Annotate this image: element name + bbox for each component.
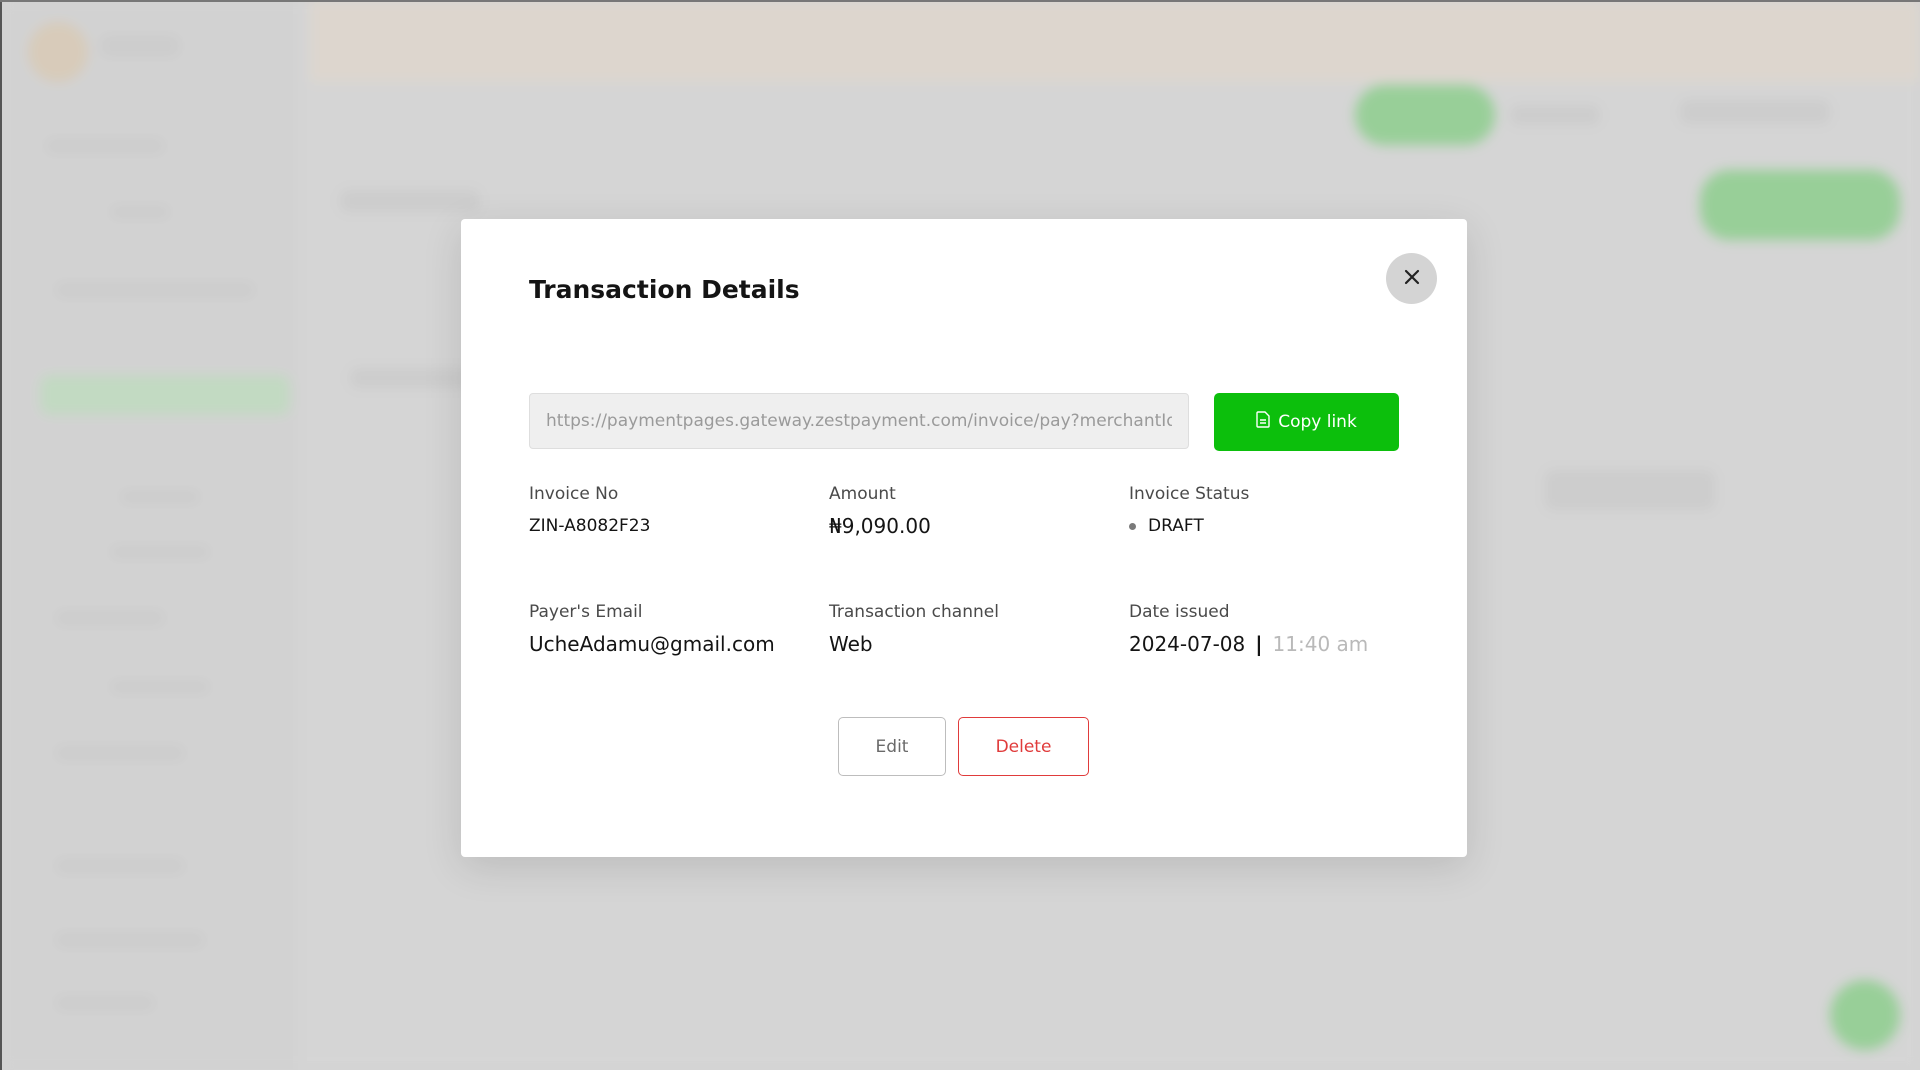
modal-title: Transaction Details bbox=[529, 275, 800, 304]
window-frame-edge bbox=[0, 0, 2, 1070]
date-separator: | bbox=[1255, 632, 1263, 656]
invoice-no-value: ZIN-A8082F23 bbox=[529, 516, 651, 536]
document-icon bbox=[1256, 411, 1270, 433]
amount-label: Amount bbox=[829, 484, 896, 504]
copy-link-button[interactable]: Copy link bbox=[1214, 393, 1399, 451]
payer-email-label: Payer's Email bbox=[529, 602, 643, 622]
amount-value: ₦9,090.00 bbox=[829, 514, 931, 538]
invoice-status-value: DRAFT bbox=[1148, 516, 1204, 536]
date-issued-time: 11:40 am bbox=[1272, 632, 1369, 656]
transaction-details-modal: Transaction Details Copy link Invoice No… bbox=[461, 219, 1467, 857]
status-dot-icon bbox=[1129, 522, 1136, 530]
copy-link-label: Copy link bbox=[1278, 412, 1357, 432]
invoice-status-label: Invoice Status bbox=[1129, 484, 1250, 504]
date-issued-date: 2024-07-08 bbox=[1129, 632, 1246, 656]
payer-email-value: UcheAdamu@gmail.com bbox=[529, 632, 775, 656]
transaction-channel-label: Transaction channel bbox=[829, 602, 999, 622]
invoice-status: DRAFT bbox=[1129, 516, 1204, 536]
date-issued-label: Date issued bbox=[1129, 602, 1230, 622]
date-issued: 2024-07-08 | 11:40 am bbox=[1129, 632, 1368, 656]
delete-button[interactable]: Delete bbox=[958, 717, 1089, 776]
invoice-no-label: Invoice No bbox=[529, 484, 619, 504]
close-icon bbox=[1403, 268, 1421, 289]
close-button[interactable] bbox=[1386, 253, 1437, 304]
transaction-channel-value: Web bbox=[829, 632, 873, 656]
window-frame-edge-top bbox=[0, 0, 1920, 2]
edit-button[interactable]: Edit bbox=[838, 717, 946, 776]
payment-link-input[interactable] bbox=[529, 393, 1189, 449]
